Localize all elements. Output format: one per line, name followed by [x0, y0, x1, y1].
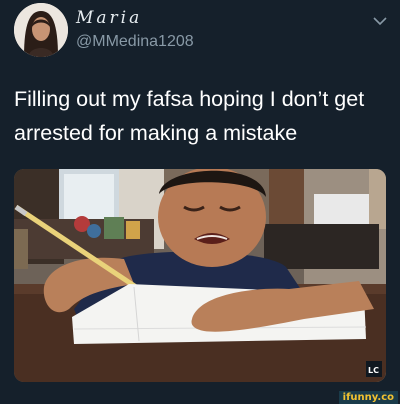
tweet-text: Filling out my fafsa hoping I don’t get …: [14, 87, 365, 145]
user-handle[interactable]: @MMedina1208: [76, 33, 194, 51]
media-corner-badge: LC: [368, 366, 379, 375]
display-name[interactable]: Maria: [76, 8, 142, 28]
chevron-down-icon[interactable]: [372, 14, 388, 26]
tweet-media-image[interactable]: LC: [14, 169, 386, 382]
avatar[interactable]: [14, 3, 68, 57]
ifunny-watermark: ifunny.co: [338, 391, 398, 404]
